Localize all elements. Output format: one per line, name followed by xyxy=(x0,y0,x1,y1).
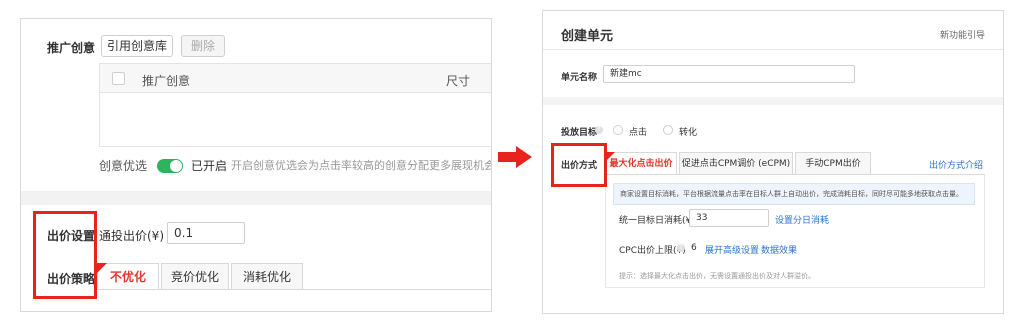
tab-label: 最大化点击出价 xyxy=(609,159,673,169)
cpc-limit-value: 6 xyxy=(691,243,697,253)
left-panel: 推广创意 引用创意库 删除 推广创意 尺寸 创意优选 已开启 开启创意优选会为点… xyxy=(20,18,492,312)
info-banner: 商家设置目标消耗，平台根据流量点击率在目标人群上自动出价，完成消耗目标，同时尽可… xyxy=(613,183,975,205)
tab-ecpm[interactable]: 促进点击CPM调价 (eCPM) xyxy=(679,152,793,175)
creative-optimize-label: 创意优选 xyxy=(99,159,148,173)
creative-optimize-toggle[interactable] xyxy=(157,159,183,173)
page-title: 创建单元 xyxy=(561,29,614,44)
tip-text: 提示：选择最大化点击出价，无需设置通投出价及对人群溢价。 xyxy=(619,272,815,280)
tab-spend-optimize[interactable]: 消耗优化 xyxy=(231,263,303,290)
table-header: 推广创意 尺寸 xyxy=(100,64,491,93)
set-daily-spend-link[interactable]: 设置分日消耗 xyxy=(775,213,829,226)
radio-conversion-label: 转化 xyxy=(679,128,698,138)
creative-table: 推广创意 尺寸 xyxy=(99,63,491,147)
section-divider xyxy=(543,97,1003,105)
target-label: 投放目标 xyxy=(561,128,598,138)
section-divider xyxy=(21,191,491,205)
bid-method-intro-link[interactable]: 出价方式介绍 xyxy=(929,158,983,171)
highlight-box xyxy=(551,143,607,187)
radio-conversion[interactable] xyxy=(663,125,673,135)
right-arrow-icon xyxy=(498,146,532,168)
radio-click-label: 点击 xyxy=(629,128,648,138)
tab-manual-cpm[interactable]: 手动CPM出价 xyxy=(795,152,871,175)
highlight-box xyxy=(33,211,97,299)
general-bid-label: 通投出价(¥) xyxy=(99,229,164,243)
toggle-state-label: 已开启 xyxy=(191,159,228,173)
table-col-size: 尺寸 xyxy=(446,74,471,88)
promo-creative-label: 推广创意 xyxy=(47,41,96,55)
table-col-creative: 推广创意 xyxy=(142,74,191,88)
tab-label: 促进点击CPM调价 (eCPM) xyxy=(681,159,791,169)
radio-click[interactable] xyxy=(613,125,623,135)
general-bid-input[interactable]: 0.1 xyxy=(167,222,245,244)
tab-baseline xyxy=(97,289,491,290)
optimize-hint: 开启创意优选会为点击率较高的创意分配更多展现机会 xyxy=(231,159,492,172)
unit-name-input[interactable]: 新建mc xyxy=(603,65,855,83)
cite-creative-library-button[interactable]: 引用创意库 xyxy=(101,35,173,57)
delete-button[interactable]: 删除 xyxy=(181,35,225,57)
selected-corner-flag xyxy=(97,263,107,273)
tab-label: 消耗优化 xyxy=(242,270,291,284)
tab-max-click-bid[interactable]: 最大化点击出价 xyxy=(605,152,677,175)
cpc-limit-label: CPC出价上限(¥) xyxy=(619,246,686,256)
help-icon[interactable]: ? xyxy=(595,126,603,134)
select-all-checkbox[interactable] xyxy=(112,72,125,85)
unit-name-label: 单元名称 xyxy=(561,73,598,83)
tab-label: 手动CPM出价 xyxy=(805,159,861,169)
tab-bid-optimize[interactable]: 竞价优化 xyxy=(161,263,229,290)
new-feature-guide-link[interactable]: 新功能引导 xyxy=(940,28,985,41)
help-icon[interactable]: ? xyxy=(677,244,685,252)
right-panel: 创建单元 新功能引导 单元名称 新建mc 投放目标 ? 点击 转化 出价方式 最… xyxy=(542,10,1004,314)
data-effect-link[interactable]: 数据效果 xyxy=(761,243,797,256)
tab-label: 竞价优化 xyxy=(170,270,219,284)
daily-spend-label: 统一目标日消耗(¥) xyxy=(619,216,695,226)
title-divider xyxy=(543,49,1003,50)
daily-spend-input[interactable]: 33 xyxy=(689,209,769,227)
tab-label: 不优化 xyxy=(109,270,146,284)
advanced-settings-link[interactable]: 展开高级设置 xyxy=(705,243,759,256)
